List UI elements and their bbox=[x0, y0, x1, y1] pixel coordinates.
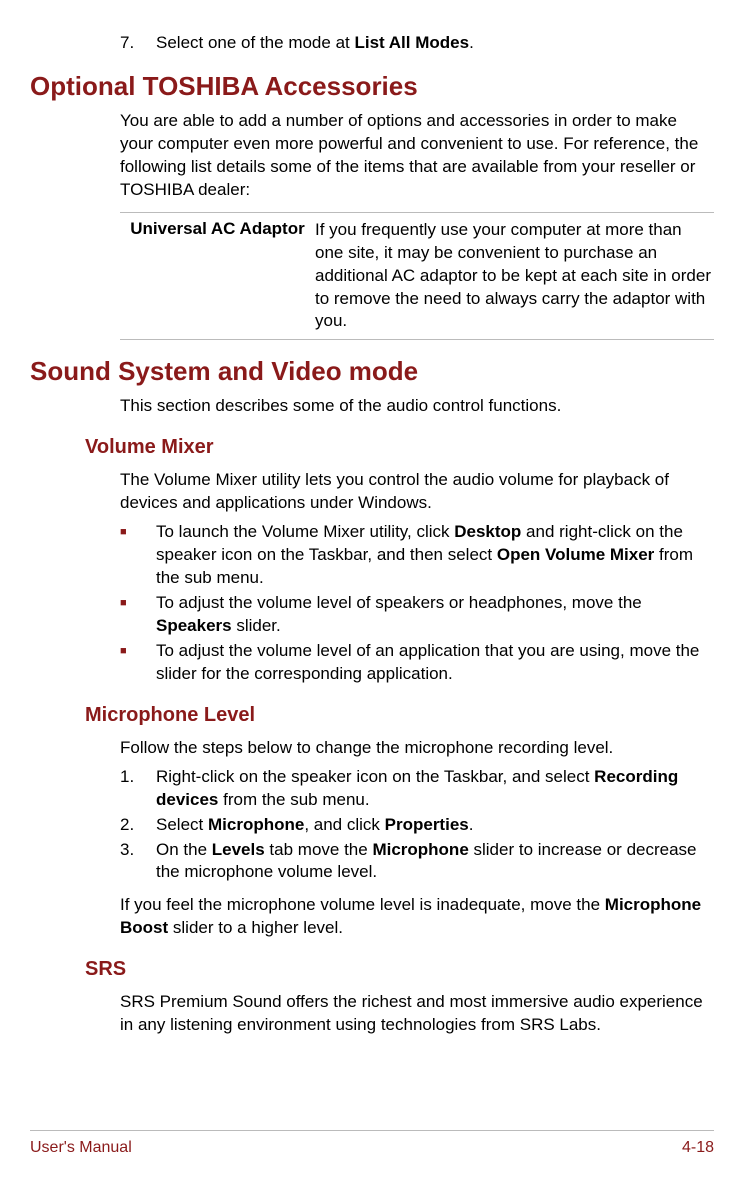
list-item: ■ To launch the Volume Mixer utility, cl… bbox=[120, 521, 714, 590]
page-footer: User's Manual 4-18 bbox=[30, 1130, 714, 1157]
bold-text: Levels bbox=[212, 840, 265, 859]
mic-step-1: 1. Right-click on the speaker icon on th… bbox=[120, 766, 714, 812]
text: slider. bbox=[232, 616, 281, 635]
bullet-text: To launch the Volume Mixer utility, clic… bbox=[156, 521, 714, 590]
text: Select one of the mode at bbox=[156, 33, 354, 52]
table-row: Universal AC Adaptor If you frequently u… bbox=[120, 213, 714, 340]
bold-text: Microphone bbox=[372, 840, 468, 859]
step-text: Select Microphone, and click Properties. bbox=[156, 814, 714, 837]
text: Right-click on the speaker icon on the T… bbox=[156, 767, 594, 786]
heading-sound-system: Sound System and Video mode bbox=[30, 356, 714, 387]
bold-text: Open Volume Mixer bbox=[497, 545, 654, 564]
page-number: 4-18 bbox=[682, 1139, 714, 1157]
step-number: 2. bbox=[120, 814, 156, 837]
text: slider to a higher level. bbox=[168, 918, 343, 937]
step-number: 7. bbox=[120, 32, 156, 55]
page-content: 7. Select one of the mode at List All Mo… bbox=[30, 32, 714, 1103]
bullet-text: To adjust the volume level of an applica… bbox=[156, 640, 714, 686]
heading-microphone-level: Microphone Level bbox=[85, 704, 714, 727]
bullet-icon: ■ bbox=[120, 592, 156, 638]
text: On the bbox=[156, 840, 212, 859]
mic-intro: Follow the steps below to change the mic… bbox=[120, 737, 714, 760]
mic-note: If you feel the microphone volume level … bbox=[120, 894, 714, 940]
heading-srs: SRS bbox=[85, 958, 714, 981]
bold-text: List All Modes bbox=[354, 33, 469, 52]
text: To adjust the volume level of speakers o… bbox=[156, 593, 642, 612]
text: If you feel the microphone volume level … bbox=[120, 895, 605, 914]
bold-text: Microphone bbox=[208, 815, 304, 834]
text: tab move the bbox=[265, 840, 373, 859]
bold-text: Properties bbox=[385, 815, 469, 834]
heading-volume-mixer: Volume Mixer bbox=[85, 436, 714, 459]
text: To adjust the volume level of an applica… bbox=[156, 641, 699, 683]
srs-text: SRS Premium Sound offers the richest and… bbox=[120, 991, 714, 1037]
bold-text: Speakers bbox=[156, 616, 232, 635]
step-number: 3. bbox=[120, 839, 156, 885]
footer-title: User's Manual bbox=[30, 1139, 132, 1157]
accessories-intro: You are able to add a number of options … bbox=[120, 110, 714, 202]
sound-intro: This section describes some of the audio… bbox=[120, 395, 714, 418]
accessory-table: Universal AC Adaptor If you frequently u… bbox=[120, 212, 714, 341]
step-text: Right-click on the speaker icon on the T… bbox=[156, 766, 714, 812]
text: Select bbox=[156, 815, 208, 834]
mic-step-2: 2. Select Microphone, and click Properti… bbox=[120, 814, 714, 837]
text: To launch the Volume Mixer utility, clic… bbox=[156, 522, 454, 541]
text: , and click bbox=[304, 815, 384, 834]
page-container: 7. Select one of the mode at List All Mo… bbox=[0, 0, 744, 1179]
step-number: 1. bbox=[120, 766, 156, 812]
accessory-label: Universal AC Adaptor bbox=[120, 219, 315, 334]
bold-text: Desktop bbox=[454, 522, 521, 541]
step-text: Select one of the mode at List All Modes… bbox=[156, 32, 714, 55]
step-7: 7. Select one of the mode at List All Mo… bbox=[120, 32, 714, 55]
bullet-icon: ■ bbox=[120, 521, 156, 590]
bullet-icon: ■ bbox=[120, 640, 156, 686]
text: from the sub menu. bbox=[218, 790, 369, 809]
heading-optional-accessories: Optional TOSHIBA Accessories bbox=[30, 71, 714, 102]
step-text: On the Levels tab move the Microphone sl… bbox=[156, 839, 714, 885]
list-item: ■ To adjust the volume level of speakers… bbox=[120, 592, 714, 638]
mic-step-3: 3. On the Levels tab move the Microphone… bbox=[120, 839, 714, 885]
accessory-description: If you frequently use your computer at m… bbox=[315, 219, 714, 334]
volume-intro: The Volume Mixer utility lets you contro… bbox=[120, 469, 714, 515]
text: . bbox=[469, 815, 474, 834]
bullet-text: To adjust the volume level of speakers o… bbox=[156, 592, 714, 638]
list-item: ■ To adjust the volume level of an appli… bbox=[120, 640, 714, 686]
text: . bbox=[469, 33, 474, 52]
